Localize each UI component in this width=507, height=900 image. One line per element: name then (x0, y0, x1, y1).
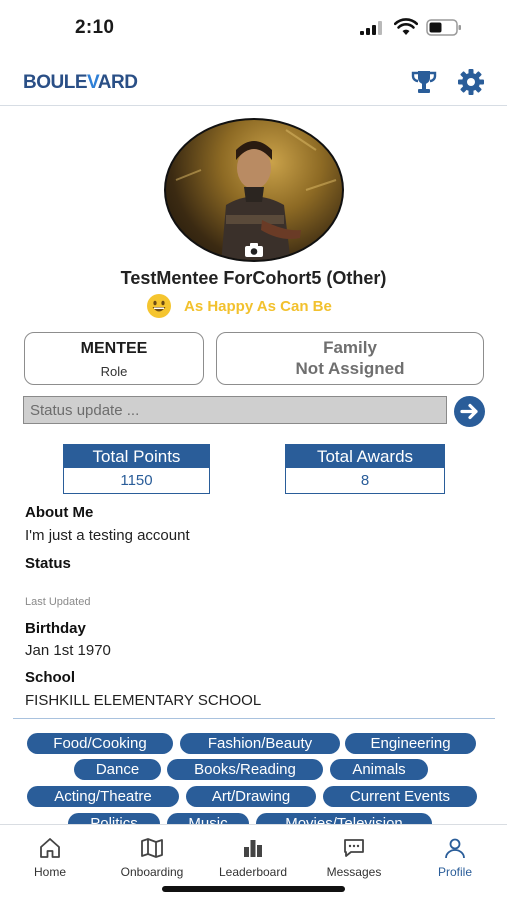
interest-tag[interactable]: Fashion/Beauty (180, 733, 340, 754)
interest-tag[interactable]: Art/Drawing (186, 786, 316, 807)
family-label: Family (323, 338, 377, 357)
tab-messages-label: Messages (326, 865, 382, 879)
logo-text: BOULE (23, 72, 88, 93)
status-update-input[interactable] (23, 396, 447, 424)
gear-icon[interactable] (457, 68, 485, 96)
role-label: Role (100, 364, 128, 379)
status-label: Status (25, 555, 71, 572)
battery-icon (426, 19, 461, 36)
logo-text-accent: V (87, 72, 98, 93)
total-awards-value: 8 (360, 472, 370, 489)
tab-messages[interactable]: Messages (304, 837, 404, 881)
mood-indicator[interactable]: As Happy As Can Be (146, 294, 332, 318)
about-me-label: About Me (25, 504, 94, 521)
school-label: School (25, 669, 76, 686)
tab-profile[interactable]: Profile (405, 837, 505, 881)
profile-avatar[interactable] (164, 118, 344, 262)
messages-icon (344, 839, 364, 857)
section-divider (13, 718, 495, 719)
submit-status-button[interactable] (454, 396, 485, 427)
tab-onboarding-label: Onboarding (120, 865, 184, 879)
status-time: 2:10 (75, 17, 115, 38)
tab-home-label: Home (33, 865, 66, 879)
tab-home[interactable]: Home (0, 837, 100, 881)
total-points-label: Total Points (64, 445, 209, 468)
wifi-icon (394, 18, 418, 35)
interest-tag[interactable]: Dance (74, 759, 161, 780)
interest-tag[interactable]: Animals (330, 759, 428, 780)
home-indicator (162, 886, 345, 892)
status-bar: 2:10 (0, 0, 507, 56)
arrow-right-icon (460, 403, 478, 420)
tab-profile-label: Profile (437, 865, 472, 879)
tab-onboarding[interactable]: Onboarding (102, 837, 202, 881)
cellular-signal-icon (360, 21, 382, 35)
last-updated-label: Last Updated (25, 596, 91, 608)
about-me-value: I'm just a testing account (25, 527, 190, 544)
role-title: MENTEE (80, 340, 148, 357)
interest-tags: Food/Cooking Fashion/Beauty Engineering … (0, 730, 507, 826)
interest-tag[interactable]: Books/Reading (167, 759, 323, 780)
logo-text-end: ARD (97, 72, 138, 93)
profile-name: TestMentee ForCohort5 (Other) (120, 268, 387, 288)
total-awards-label: Total Awards (286, 445, 444, 468)
bar-chart-icon (244, 840, 262, 857)
interest-tag[interactable]: Acting/Theatre (27, 786, 179, 807)
family-value: Not Assigned (295, 359, 405, 378)
tab-leaderboard[interactable]: Leaderboard (203, 837, 303, 881)
camera-icon[interactable] (245, 243, 263, 257)
interest-tag[interactable]: Current Events (323, 786, 477, 807)
total-points-box: Total Points 1150 (63, 444, 210, 494)
family-card[interactable]: Family Not Assigned (216, 332, 484, 385)
map-icon (141, 838, 163, 858)
mood-text: As Happy As Can Be (184, 297, 332, 315)
avatar-portrait (175, 124, 337, 260)
school-value: FISHKILL ELEMENTARY SCHOOL (25, 692, 262, 709)
total-awards-box[interactable]: Total Awards 8 (285, 444, 445, 494)
home-icon (40, 838, 60, 858)
birthday-value: Jan 1st 1970 (25, 642, 111, 659)
interest-tag[interactable]: Engineering (345, 733, 476, 754)
person-icon (445, 838, 465, 859)
total-points-value: 1150 (120, 472, 153, 489)
birthday-label: Birthday (25, 620, 86, 637)
tab-leaderboard-label: Leaderboard (218, 865, 288, 879)
app-header: BOULEVARD (0, 56, 507, 106)
grinning-face-icon (147, 294, 171, 318)
boulevard-logo[interactable]: BOULEVARD (23, 72, 138, 94)
interest-tag[interactable]: Food/Cooking (27, 733, 173, 754)
role-card: MENTEE Role (24, 332, 204, 385)
trophy-icon[interactable] (410, 68, 438, 96)
